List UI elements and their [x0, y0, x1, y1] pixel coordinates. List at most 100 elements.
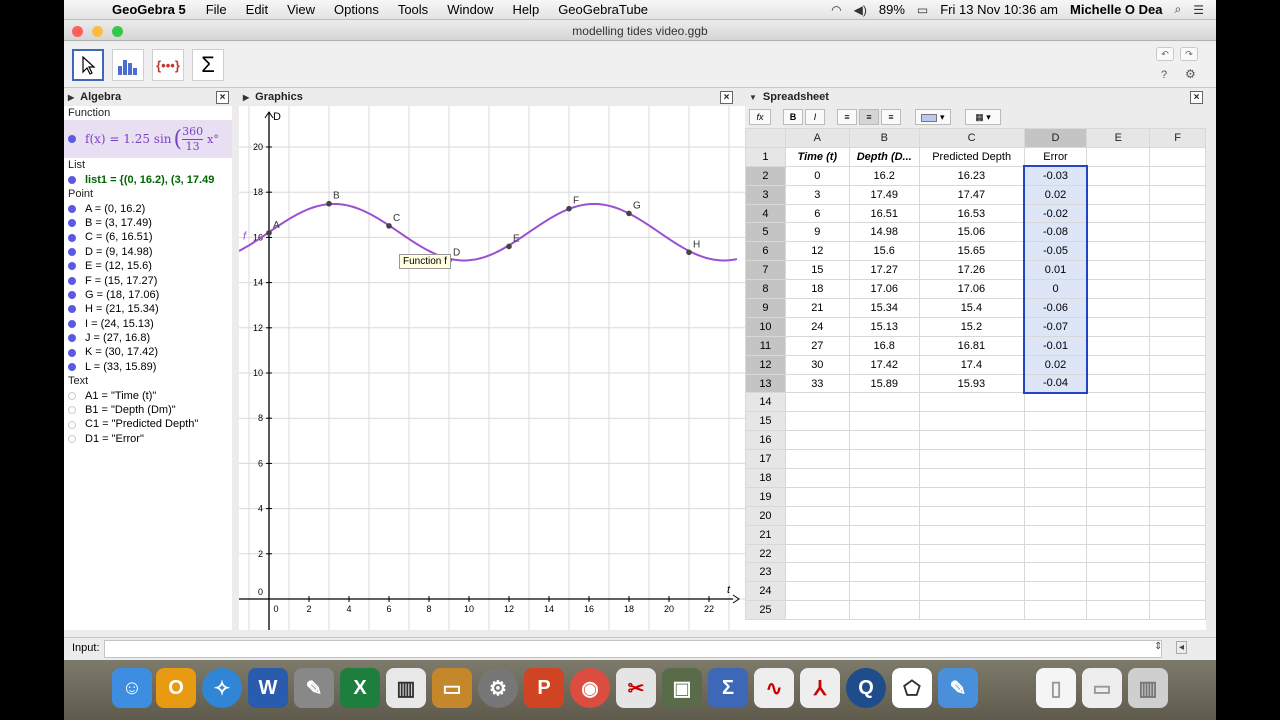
undo-button[interactable]: ↶ [1156, 47, 1174, 61]
table-cell[interactable] [1023, 524, 1088, 545]
table-cell[interactable] [1149, 354, 1206, 375]
table-cell[interactable]: 16.53 [918, 203, 1025, 224]
menu-options[interactable]: Options [334, 2, 379, 17]
algebra-point-row[interactable]: C = (6, 16.51) [64, 230, 232, 244]
table-cell[interactable] [1023, 562, 1088, 583]
input-help-icon[interactable]: ◂ [1176, 641, 1188, 654]
algebra-text-row[interactable]: B1 = "Depth (Dm)" [64, 403, 232, 417]
table-cell[interactable]: 16.8 [848, 335, 920, 356]
safari-icon[interactable]: ✧ [202, 668, 242, 708]
table-cell[interactable] [1023, 449, 1088, 470]
row-header[interactable]: 6 [745, 241, 786, 262]
table-cell[interactable] [1023, 505, 1088, 526]
column-header[interactable]: F [1149, 128, 1206, 148]
spotlight-search-icon[interactable]: ⌕ [1175, 2, 1182, 17]
document-icon[interactable]: ▯ [1036, 668, 1076, 708]
table-cell[interactable]: 16.2 [848, 165, 920, 186]
column-header[interactable]: A [784, 128, 850, 148]
table-cell[interactable]: 0.02 [1023, 354, 1088, 375]
redo-button[interactable]: ↷ [1180, 47, 1198, 61]
table-cell[interactable] [1149, 279, 1206, 300]
table-cell[interactable]: -0.03 [1023, 165, 1088, 186]
visibility-toggle-dot[interactable] [68, 420, 76, 429]
row-header[interactable]: 11 [745, 335, 786, 356]
row-header[interactable]: 24 [745, 581, 786, 602]
algebra-point-row[interactable]: J = (27, 16.8) [64, 331, 232, 345]
table-cell[interactable] [1149, 562, 1206, 583]
table-cell[interactable] [1086, 543, 1151, 564]
sigma-app-icon[interactable]: Σ [708, 668, 748, 708]
table-cell[interactable] [1149, 373, 1206, 394]
table-cell[interactable]: 33 [784, 373, 850, 394]
archive-icon[interactable]: ▣ [662, 668, 702, 708]
data-point[interactable] [266, 230, 272, 236]
row-header[interactable]: 14 [745, 392, 786, 413]
table-cell[interactable] [918, 562, 1025, 583]
table-cell[interactable] [918, 468, 1025, 488]
table-cell[interactable]: 15.13 [848, 316, 920, 337]
battery-icon[interactable]: ▭ [917, 3, 928, 17]
excel-icon[interactable]: X [340, 668, 380, 708]
table-cell[interactable] [784, 600, 850, 621]
table-cell[interactable] [1023, 486, 1088, 507]
row-header[interactable]: 25 [745, 600, 786, 621]
data-point[interactable] [566, 205, 572, 212]
word-icon[interactable]: W [248, 668, 288, 708]
textedit-icon[interactable]: ✎ [938, 668, 978, 708]
table-cell[interactable] [1086, 279, 1151, 300]
data-point[interactable] [326, 200, 332, 207]
table-cell[interactable]: 17.06 [918, 279, 1025, 300]
table-cell[interactable] [848, 430, 920, 451]
row-header[interactable]: 7 [745, 260, 786, 281]
table-cell[interactable] [1149, 203, 1206, 224]
table-cell[interactable]: 17.06 [848, 279, 920, 300]
close-algebra-button[interactable]: × [216, 91, 229, 104]
table-cell[interactable]: 16.51 [848, 203, 920, 224]
move-tool-button[interactable] [72, 49, 104, 81]
table-cell[interactable]: 21 [784, 298, 850, 318]
table-cell[interactable] [1086, 260, 1151, 281]
table-cell[interactable] [1086, 430, 1151, 451]
row-header[interactable]: 15 [745, 411, 786, 432]
table-cell[interactable] [1086, 562, 1151, 583]
row-header[interactable]: 13 [745, 373, 786, 394]
create-list-tool-button[interactable]: {•••} [152, 49, 184, 81]
table-cell[interactable]: 9 [784, 222, 850, 243]
table-cell[interactable] [1149, 524, 1206, 545]
bold-button[interactable]: B [783, 109, 803, 125]
menu-tools[interactable]: Tools [398, 2, 428, 17]
close-window-button[interactable] [72, 26, 83, 37]
algebra-panel-header[interactable]: ▶ Algebra × [64, 89, 232, 105]
one-variable-analysis-tool-button[interactable] [112, 49, 144, 81]
table-cell[interactable] [918, 543, 1025, 564]
table-cell[interactable] [784, 486, 850, 507]
row-header[interactable]: 19 [745, 486, 786, 507]
geogebra-icon[interactable]: ⬠ [892, 668, 932, 708]
border-style-button[interactable]: ▦ ▾ [965, 109, 1001, 125]
algebra-point-row[interactable]: B = (3, 17.49) [64, 216, 232, 230]
table-cell[interactable] [1086, 486, 1151, 507]
table-cell[interactable]: 12 [784, 241, 850, 262]
table-cell[interactable] [918, 411, 1025, 432]
table-cell[interactable] [784, 524, 850, 545]
outlook-icon[interactable]: O [156, 668, 196, 708]
table-cell[interactable] [918, 581, 1025, 602]
table-cell[interactable] [1149, 335, 1206, 356]
table-cell[interactable] [1149, 222, 1206, 243]
table-cell[interactable] [1086, 146, 1151, 167]
italic-button[interactable]: I [805, 109, 825, 125]
visibility-toggle-dot[interactable] [68, 406, 76, 415]
function-f-row[interactable]: f(x) = 1.25 sin ( 360 13 x° [64, 120, 232, 159]
table-cell[interactable] [1086, 241, 1151, 262]
row-header[interactable]: 12 [745, 354, 786, 375]
graphics-canvas[interactable]: 0 2 4 6 8 10 12 14 16 18 20 2224681012141618200 tDfA… [239, 106, 799, 630]
menu-view[interactable]: View [287, 2, 315, 17]
algebra-point-row[interactable]: D = (9, 14.98) [64, 245, 232, 259]
table-cell[interactable] [1149, 184, 1206, 205]
row-header[interactable]: 9 [745, 298, 786, 318]
data-point[interactable] [626, 210, 632, 217]
cut-tool-icon[interactable]: ✂ [616, 668, 656, 708]
wifi-icon[interactable]: ◠ [831, 3, 841, 17]
table-cell[interactable]: 27 [784, 335, 850, 356]
table-cell[interactable] [848, 449, 920, 470]
